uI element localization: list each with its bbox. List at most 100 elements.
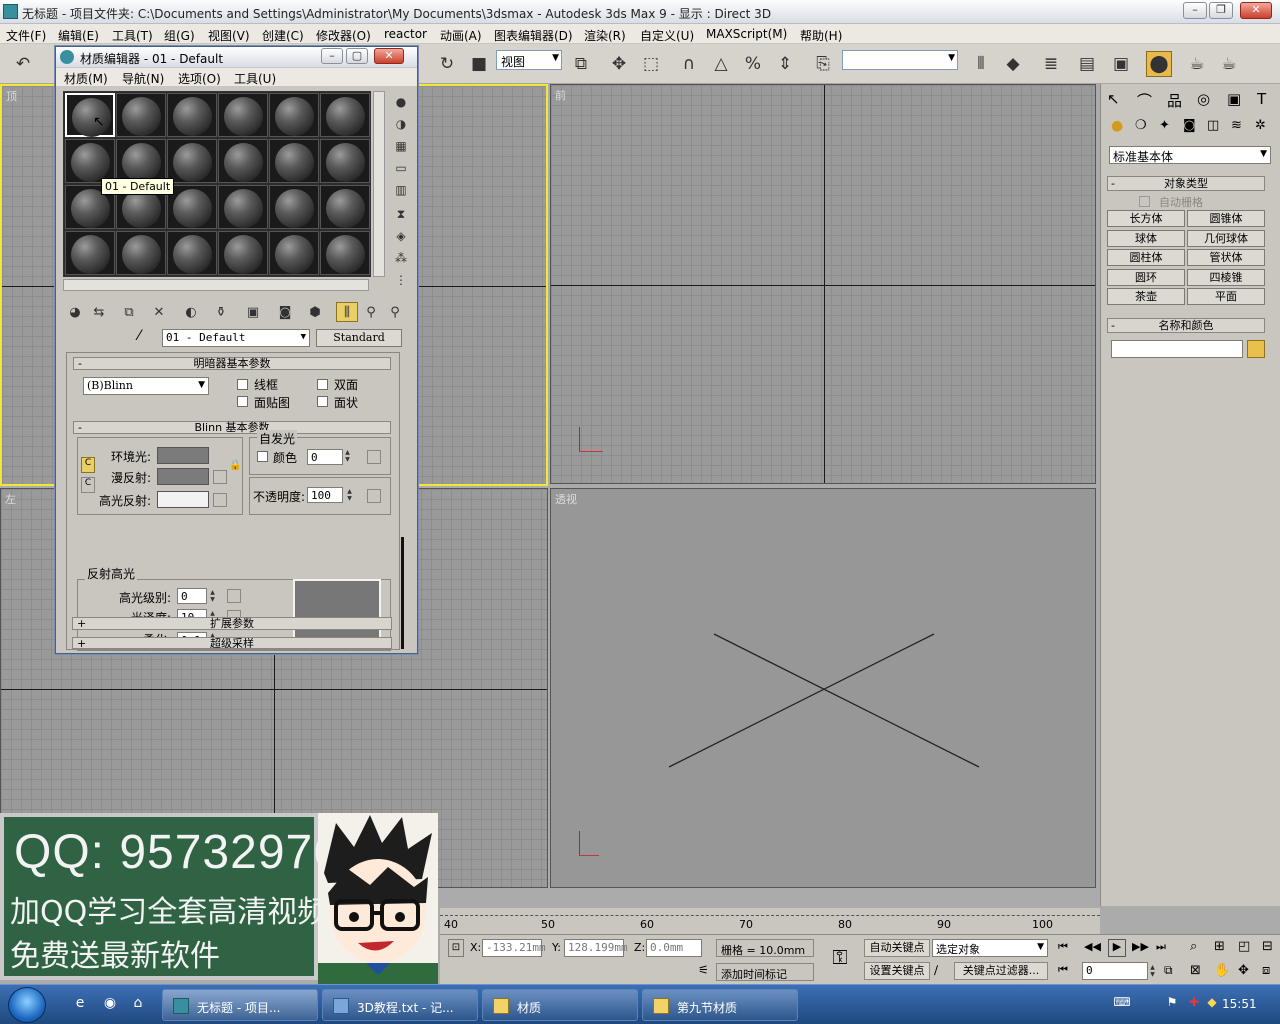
viewport-front[interactable]: 前: [550, 84, 1096, 484]
make-preview-icon[interactable]: ⧗: [392, 205, 410, 223]
specular-level-map-button[interactable]: [227, 589, 241, 603]
mat-menu-material[interactable]: 材质(M): [64, 70, 108, 87]
select-manipulate-icon[interactable]: ✥: [606, 51, 632, 77]
shader-dropdown[interactable]: (B)Blinn ▼: [83, 377, 209, 395]
percent-snap-icon[interactable]: %: [740, 51, 766, 77]
opacity-map-button[interactable]: [367, 489, 381, 503]
spinner-snap-icon[interactable]: ⇕: [772, 51, 798, 77]
menu-modifiers[interactable]: 修改器(O): [316, 27, 371, 44]
time-slider-track[interactable]: 40 50 60 70 80 90 100: [440, 908, 1100, 934]
reference-coord-select[interactable]: 视图 ▼: [496, 50, 562, 70]
face-map-checkbox[interactable]: [237, 396, 248, 407]
display-tab-icon[interactable]: ▣: [1227, 90, 1241, 108]
reset-map-icon[interactable]: ✕: [148, 302, 170, 322]
menu-help[interactable]: 帮助(H): [800, 27, 842, 44]
key-mode-icon[interactable]: ∕: [934, 963, 952, 981]
time-config-icon[interactable]: ⧉: [1164, 963, 1182, 979]
show-map-in-viewport-icon[interactable]: ◙: [274, 302, 296, 322]
sample-slot[interactable]: [320, 93, 370, 137]
sample-slot[interactable]: [218, 93, 268, 137]
teapot-button[interactable]: 茶壶: [1107, 288, 1185, 305]
diffuse-map-button[interactable]: [213, 470, 227, 484]
task-folder-lesson9[interactable]: 第九节材质: [642, 989, 798, 1021]
shader-basic-rollout[interactable]: - 明暗器基本参数: [73, 357, 391, 370]
assign-to-selection-icon[interactable]: ⧉: [118, 302, 140, 322]
material-type-button[interactable]: Standard: [316, 329, 402, 347]
put-to-scene-icon[interactable]: ⇆: [88, 302, 110, 322]
viewport-perspective[interactable]: 透视: [550, 488, 1096, 888]
task-folder-material[interactable]: 材质: [482, 989, 638, 1021]
sample-slot[interactable]: [65, 139, 115, 183]
material-name-dropdown[interactable]: 01 - Default ▼: [162, 329, 310, 347]
sample-slot[interactable]: [167, 139, 217, 183]
sample-slot[interactable]: [116, 231, 166, 275]
goto-end-icon[interactable]: ⏭: [1156, 940, 1174, 956]
self-illum-color-checkbox[interactable]: [257, 451, 268, 462]
spinner-icon[interactable]: ▲▼: [343, 449, 352, 463]
viewport-label[interactable]: 左: [5, 491, 16, 507]
show-end-result-icon[interactable]: ⬢: [304, 302, 326, 322]
field-of-view-icon[interactable]: ⊠: [1190, 963, 1208, 981]
spinner-icon[interactable]: ▲▼: [1148, 964, 1157, 978]
schematic-view-icon[interactable]: ▣: [1108, 51, 1134, 77]
rotate-icon[interactable]: ↻: [434, 51, 460, 77]
two-sided-checkbox[interactable]: [317, 379, 328, 390]
undo-icon[interactable]: ↶: [10, 51, 36, 77]
go-to-parent-icon[interactable]: ⫼: [336, 302, 358, 322]
object-name-input[interactable]: [1111, 340, 1243, 358]
sample-slot[interactable]: [269, 185, 319, 229]
material-map-navigator-icon[interactable]: ⋮: [392, 271, 410, 289]
sample-type-icon[interactable]: ●: [392, 93, 410, 111]
current-frame-field[interactable]: 0: [1082, 962, 1148, 980]
cylinder-button[interactable]: 圆柱体: [1107, 249, 1185, 266]
task-3dsmax[interactable]: 无标题 - 项目...: [162, 989, 318, 1021]
self-illum-value[interactable]: 0: [307, 449, 343, 465]
maximize-button[interactable]: ❐: [1209, 2, 1233, 19]
specular-map-button[interactable]: [213, 493, 227, 507]
auto-key-button[interactable]: 自动关键点: [864, 939, 930, 957]
set-key-button[interactable]: 设置关键点: [864, 962, 930, 980]
menu-customize[interactable]: 自定义(U): [640, 27, 694, 44]
go-forward-sibling-icon[interactable]: ⚲: [360, 302, 382, 322]
quick-render-icon[interactable]: ☕: [1216, 51, 1242, 77]
add-time-tag-button[interactable]: 添加时间标记: [716, 963, 814, 981]
zoom-extents-all-icon[interactable]: ⊟: [1262, 939, 1280, 957]
menu-reactor[interactable]: reactor: [384, 27, 427, 41]
menu-group[interactable]: 组(G): [164, 27, 195, 44]
x-coordinate-field[interactable]: -133.21mm: [482, 939, 546, 957]
background-icon[interactable]: ▦: [392, 137, 410, 155]
edit-named-selection-icon[interactable]: ⎘: [810, 51, 836, 77]
zoom-extents-icon[interactable]: ◰: [1238, 939, 1256, 957]
sample-slot[interactable]: [218, 139, 268, 183]
menu-rendering[interactable]: 渲染(R): [584, 27, 626, 44]
eyedropper-icon[interactable]: ⁄: [138, 328, 140, 344]
sample-slot[interactable]: [320, 231, 370, 275]
put-to-library-icon[interactable]: ⚱: [210, 302, 232, 322]
self-illum-map-button[interactable]: [367, 450, 381, 464]
tray-security-icon[interactable]: ◆: [1202, 995, 1222, 1015]
utilities-tab-icon[interactable]: T: [1257, 90, 1266, 108]
tray-antivirus-icon[interactable]: ✚: [1184, 995, 1204, 1015]
set-key-icon[interactable]: ⚿: [824, 945, 856, 973]
motion-tab-icon[interactable]: ◎: [1197, 90, 1210, 108]
scale-icon[interactable]: ■: [466, 51, 492, 77]
sample-slot[interactable]: [269, 231, 319, 275]
key-filters-button[interactable]: 关键点过滤器...: [954, 962, 1048, 980]
slots-vscrollbar[interactable]: [373, 91, 385, 277]
minimize-button[interactable]: –: [1183, 2, 1207, 19]
lock-icon[interactable]: 🔒: [229, 460, 241, 474]
sample-slot[interactable]: [218, 231, 268, 275]
absolute-mode-icon[interactable]: ⊡: [448, 939, 464, 957]
sample-slot[interactable]: [269, 139, 319, 183]
menu-edit[interactable]: 编辑(E): [58, 27, 99, 44]
sample-slot[interactable]: [218, 185, 268, 229]
next-frame-icon[interactable]: ▶▶: [1132, 940, 1150, 956]
viewport-label[interactable]: 前: [555, 87, 566, 103]
zoom-icon[interactable]: ⌕: [1190, 939, 1208, 957]
sample-slot[interactable]: [65, 93, 115, 137]
mat-minimize-button[interactable]: –: [321, 48, 343, 64]
maximize-viewport-icon[interactable]: ⧈: [1262, 963, 1280, 981]
menu-create[interactable]: 创建(C): [262, 27, 304, 44]
backlight-icon[interactable]: ◑: [392, 115, 410, 133]
angle-snap-icon[interactable]: △: [708, 51, 734, 77]
